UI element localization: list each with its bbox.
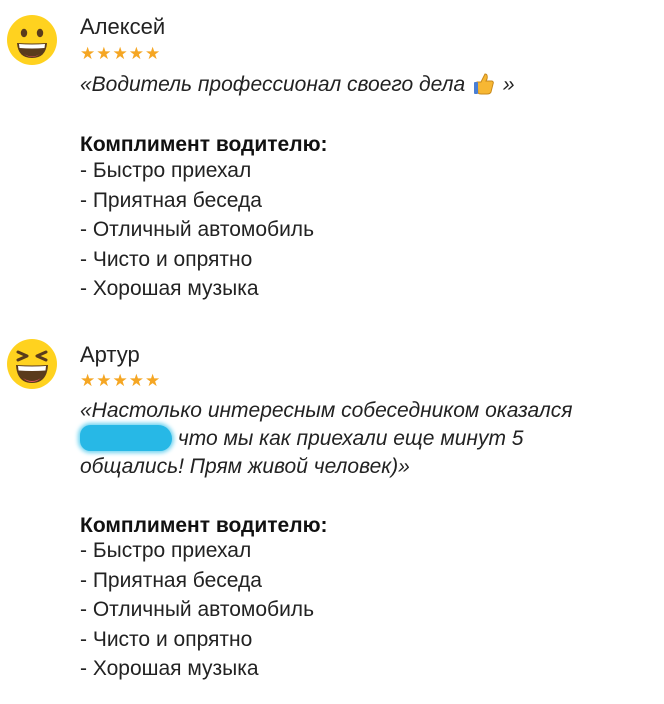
star-rating: ★★★★★ xyxy=(80,44,162,63)
star-rating: ★★★★★ xyxy=(80,371,162,390)
compliment-title: Комплимент водителю: xyxy=(80,133,328,156)
compliment-item: - Чисто и опрятно xyxy=(80,247,253,271)
redacted-name-mark xyxy=(80,425,172,451)
review-text-main: «Водитель профессионал своего дела xyxy=(80,73,466,96)
compliment-item: - Отличный автомобиль xyxy=(80,598,315,621)
compliment-item: - Приятная беседа xyxy=(80,188,262,212)
compliment-title: Комплимент водителю: xyxy=(80,514,328,537)
compliment-item: - Быстро приехал xyxy=(80,539,252,562)
review-text-part: «Настолько интересным собеседником оказа… xyxy=(80,399,573,422)
compliment-item: - Отличный автомобиль xyxy=(80,218,315,241)
compliment-item: - Чисто и опрятно xyxy=(80,627,253,651)
compliment-list: - Быстро приехал - Приятная беседа - Отл… xyxy=(80,536,314,684)
compliment-item: - Приятная беседа xyxy=(80,568,262,592)
thumbs-up-icon xyxy=(473,73,494,95)
review-text: «Водитель профессионал своего дела » xyxy=(80,71,620,99)
compliment-item: - Быстро приехал xyxy=(80,159,252,182)
squinting-laughing-face-emoji-icon xyxy=(7,339,57,389)
reviewer-name: Алексей xyxy=(80,14,166,39)
grinning-face-emoji-icon xyxy=(7,15,57,65)
compliment-item: - Хорошая музыка xyxy=(80,277,259,300)
review-text: «Настолько интересным собеседником оказа… xyxy=(80,397,600,481)
reviewer-name: Артур xyxy=(80,342,140,367)
review-text-close: » xyxy=(502,73,515,96)
compliment-item: - Хорошая музыка xyxy=(80,657,259,680)
compliment-list: - Быстро приехал - Приятная беседа - Отл… xyxy=(80,156,314,304)
